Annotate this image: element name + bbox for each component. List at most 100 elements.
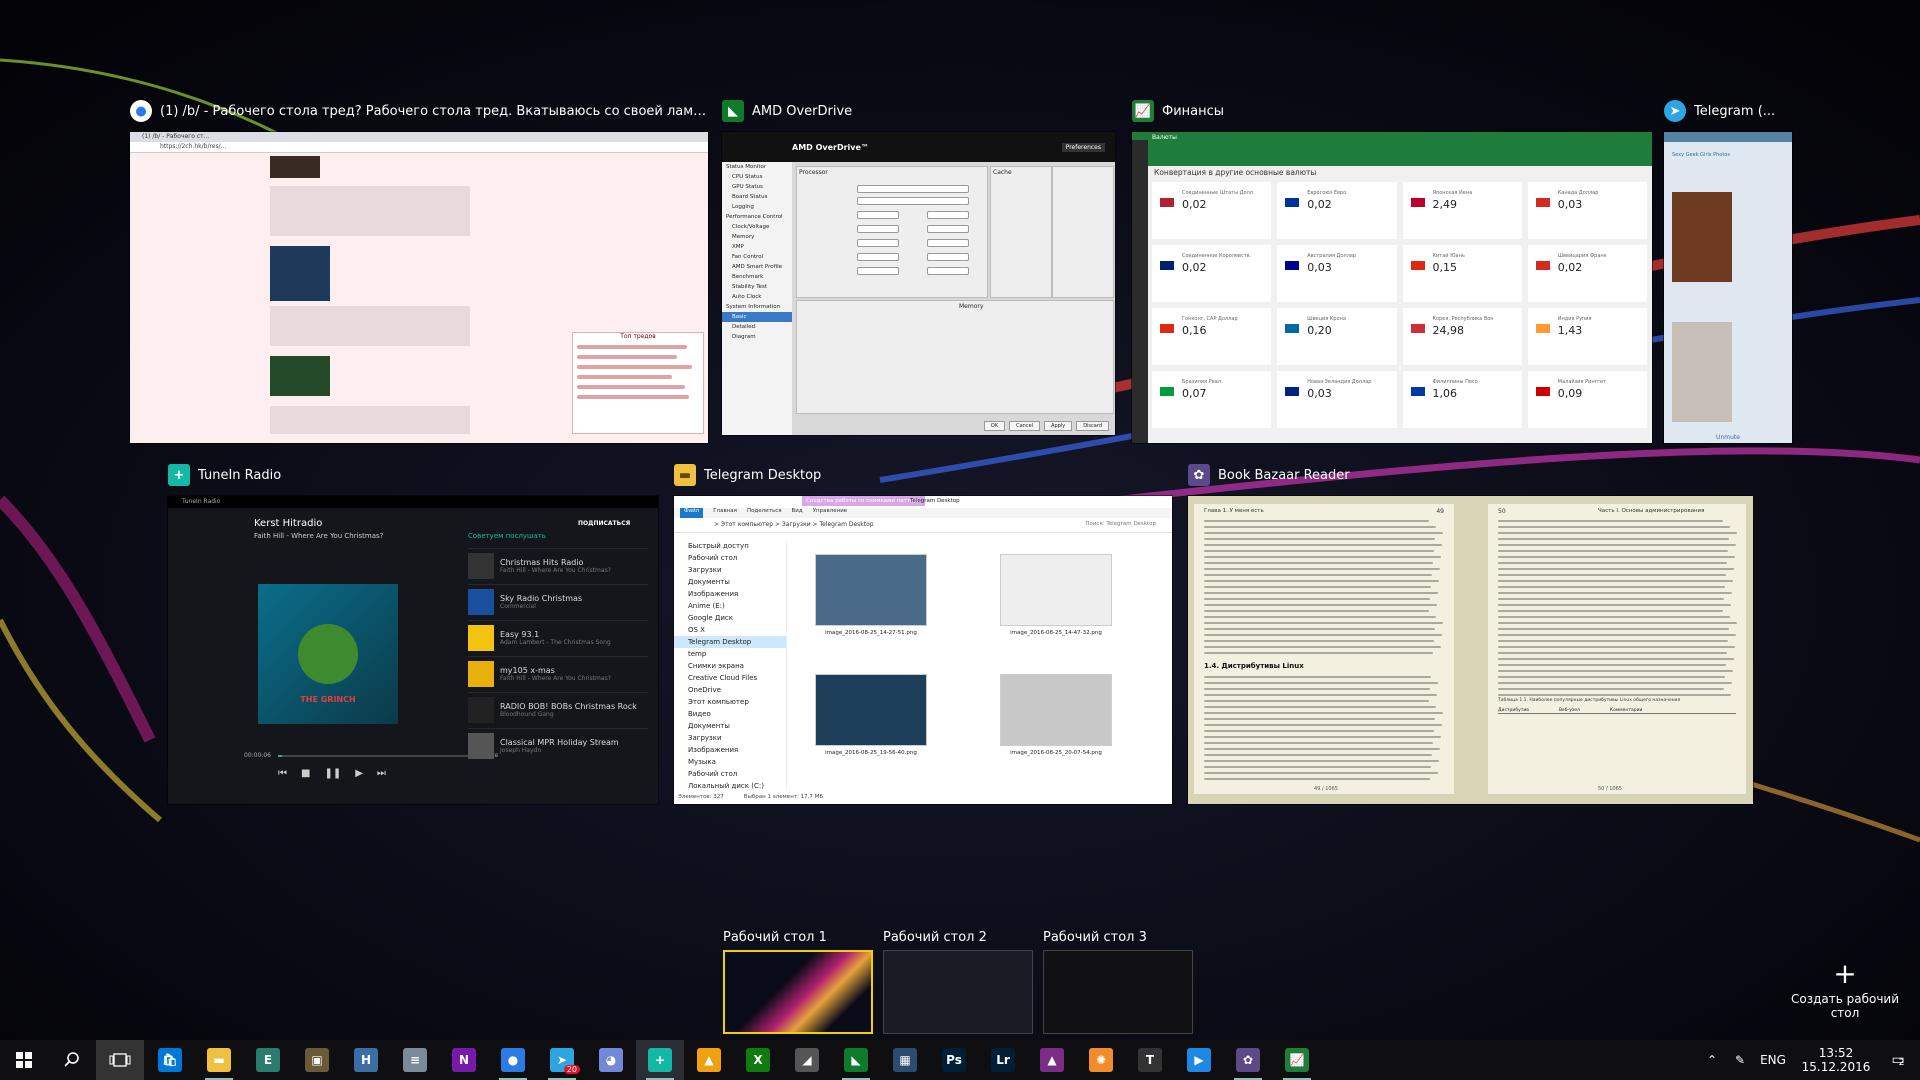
- explorer-nav-item[interactable]: OneDrive: [674, 684, 786, 696]
- next-icon[interactable]: ▶: [355, 768, 363, 779]
- currency-tile[interactable]: Китай Юань 0,15: [1402, 245, 1522, 302]
- amd-tree-item[interactable]: XMP: [722, 242, 792, 252]
- taskbar-app-telegram[interactable]: ➤ 20: [538, 1040, 586, 1080]
- currency-tile[interactable]: Японская Иена 2,49: [1402, 182, 1522, 239]
- tunein-station-row[interactable]: Sky Radio Christmas Commercial: [468, 584, 648, 619]
- explorer-file-item[interactable]: image_2016-08-25_14-27-51.png: [796, 554, 946, 664]
- window-book-reader[interactable]: ✿ Book Bazaar Reader Глава 1. У меня ест…: [1188, 462, 1753, 804]
- currency-tile[interactable]: Филиппины Песо 1,06: [1402, 371, 1522, 428]
- window-telegram-thumbnail[interactable]: Sexy Geek Girls Photos Unmute: [1664, 132, 1792, 443]
- amd-tree-item[interactable]: Auto Clock: [722, 292, 792, 302]
- explorer-nav-item[interactable]: Загрузки: [674, 732, 786, 744]
- tunein-station-row[interactable]: my105 x-mas Faith Hill - Where Are You Ch…: [468, 656, 648, 691]
- amd-ok-button[interactable]: OK: [983, 421, 1006, 431]
- currency-tile[interactable]: Индия Рупия 1,43: [1527, 308, 1647, 365]
- address-bar[interactable]: https://2ch.hk/b/res/...: [130, 142, 708, 153]
- window-finance[interactable]: 📈 Финансы Валюты Конвертация в другие ос…: [1132, 98, 1652, 443]
- explorer-nav-item[interactable]: Локальный диск (C:): [674, 780, 786, 790]
- amd-tree-item[interactable]: AMD Smart Profile: [722, 262, 792, 272]
- clock[interactable]: 13:52 15.12.2016: [1796, 1040, 1876, 1080]
- taskbar-app-affinity[interactable]: ▲: [1028, 1040, 1076, 1080]
- amd-tree-item[interactable]: Detailed: [722, 322, 792, 332]
- currency-tile[interactable]: Соединенные Штаты Долл. 0,02: [1152, 182, 1272, 239]
- amd-tree-item[interactable]: Basic: [722, 312, 792, 322]
- currency-tile[interactable]: Новая Зеландия Доллар 0,03: [1277, 371, 1397, 428]
- amd-tree-item[interactable]: Board Status: [722, 192, 792, 202]
- telegram-unmute-button[interactable]: Unmute: [1664, 434, 1792, 441]
- explorer-nav-item[interactable]: Документы: [674, 720, 786, 732]
- window-tunein[interactable]: + TuneIn Radio TuneIn Radio Kerst Hitrad…: [168, 462, 658, 804]
- explorer-nav-item[interactable]: Creative Cloud Files: [674, 672, 786, 684]
- explorer-file-item[interactable]: image_2016-08-25_20-07-54.png: [981, 674, 1131, 784]
- amd-tree-item[interactable]: System Information: [722, 302, 792, 312]
- explorer-ribbon-tab-item[interactable]: Управление: [813, 508, 848, 518]
- amd-cancel-button[interactable]: Cancel: [1009, 421, 1041, 431]
- amd-tree-item[interactable]: GPU Status: [722, 182, 792, 192]
- taskbar-app-orange-app[interactable]: ✺: [1077, 1040, 1125, 1080]
- taskbar-app-onenote[interactable]: N: [440, 1040, 488, 1080]
- pause-icon[interactable]: ❚❚: [324, 768, 341, 779]
- amd-tree-item[interactable]: Status Monitor: [722, 162, 792, 172]
- start-button[interactable]: [0, 1040, 48, 1080]
- taskbar-app-typora[interactable]: T: [1126, 1040, 1174, 1080]
- taskbar-app-tunein[interactable]: +: [636, 1040, 684, 1080]
- task-view-button[interactable]: [96, 1040, 144, 1080]
- taskbar-app-chrome[interactable]: ●: [489, 1040, 537, 1080]
- explorer-nav-item[interactable]: Видео: [674, 708, 786, 720]
- virtual-desktop-2[interactable]: Рабочий стол 2: [883, 930, 1033, 1034]
- explorer-nav-item[interactable]: Изображения: [674, 744, 786, 756]
- currency-tile[interactable]: Гонконг, САР Доллар 0,16: [1152, 308, 1272, 365]
- explorer-nav-item[interactable]: Рабочий стол: [674, 768, 786, 780]
- amd-preferences-button[interactable]: Preferences: [1061, 142, 1105, 152]
- tunein-station-row[interactable]: Easy 93.1 Adam Lambert - The Christmas So…: [468, 620, 648, 655]
- language-indicator[interactable]: ENG: [1756, 1040, 1790, 1080]
- amd-tree-item[interactable]: Clock/Voltage: [722, 222, 792, 232]
- currency-tile[interactable]: Бразилия Реал 0,07: [1152, 371, 1272, 428]
- taskbar-app-finance-app[interactable]: 📈: [1273, 1040, 1321, 1080]
- explorer-ribbon-tab-item[interactable]: Вид: [792, 508, 803, 518]
- window-tunein-thumbnail[interactable]: TuneIn Radio Kerst Hitradio Faith Hill -…: [168, 496, 658, 804]
- taskbar-app-h-app[interactable]: H: [342, 1040, 390, 1080]
- window-telegram[interactable]: ➤ Telegram (... Sexy Geek Girls Photos U…: [1664, 98, 1794, 443]
- currency-tile[interactable]: Швеция Крона 0,20: [1277, 308, 1397, 365]
- taskbar-app-lightroom[interactable]: Lr: [979, 1040, 1027, 1080]
- taskbar-app-play[interactable]: ▶: [1175, 1040, 1223, 1080]
- currency-tile[interactable]: Швейцария Франк 0,02: [1527, 245, 1647, 302]
- explorer-nav-item[interactable]: Документы: [674, 576, 786, 588]
- explorer-nav-item[interactable]: Быстрый доступ: [674, 540, 786, 552]
- new-desktop-button[interactable]: + Создать рабочий стол: [1780, 960, 1910, 1021]
- explorer-file-item[interactable]: image_2016-08-25_14-47-32.png: [981, 554, 1131, 664]
- amd-apply-button[interactable]: Apply: [1044, 421, 1073, 431]
- taskbar-app-file-explorer[interactable]: ▬: [195, 1040, 243, 1080]
- explorer-nav-item[interactable]: Музыка: [674, 756, 786, 768]
- window-chrome-thumbnail[interactable]: (1) /b/ - Рабочего ст... https://2ch.hk/…: [130, 132, 708, 443]
- currency-tile[interactable]: Австралия Доллар 0,03: [1277, 245, 1397, 302]
- tunein-station-row[interactable]: RADIO BOB! BOBs Christmas Rock Bloodhound…: [468, 692, 648, 727]
- virtual-desktop-1[interactable]: Рабочий стол 1: [723, 930, 873, 1034]
- explorer-nav-item[interactable]: OS X: [674, 624, 786, 636]
- explorer-nav-item[interactable]: Anime (E:): [674, 600, 786, 612]
- amd-tree-item[interactable]: Performance Control: [722, 212, 792, 222]
- amd-tree-item[interactable]: CPU Status: [722, 172, 792, 182]
- taskbar-app-book-bazaar[interactable]: ✿: [1224, 1040, 1272, 1080]
- tunein-subscribe-button[interactable]: ПОДПИСАТЬСЯ: [578, 520, 630, 527]
- currency-tile[interactable]: Евросоюз Евро 0,02: [1277, 182, 1397, 239]
- explorer-ribbon-tab-item[interactable]: Главная: [713, 508, 737, 518]
- amd-tree-item[interactable]: Fan Control: [722, 252, 792, 262]
- taskbar-app-xbox[interactable]: X: [734, 1040, 782, 1080]
- explorer-nav-item[interactable]: Рабочий стол: [674, 552, 786, 564]
- explorer-nav-item[interactable]: Этот компьютер: [674, 696, 786, 708]
- explorer-ribbon-tab-item[interactable]: Файл: [680, 508, 704, 518]
- explorer-file-item[interactable]: image_2016-08-25_19-56-40.png: [796, 674, 946, 784]
- pen-icon[interactable]: ✎: [1728, 1040, 1752, 1080]
- rewind-icon[interactable]: ⏮: [278, 768, 287, 779]
- explorer-search[interactable]: Поиск: Telegram Desktop: [1085, 521, 1156, 527]
- window-amd-overdrive[interactable]: ◣ AMD OverDrive AMD OverDrive™ Preferenc…: [722, 98, 1115, 443]
- taskbar-app-app-storage[interactable]: ≡: [391, 1040, 439, 1080]
- explorer-nav-item[interactable]: Загрузки: [674, 564, 786, 576]
- explorer-ribbon-tab-item[interactable]: Поделиться: [747, 508, 782, 518]
- amd-tree-item[interactable]: Logging: [722, 202, 792, 212]
- tunein-station-row[interactable]: Christmas Hits Radio Faith Hill - Where A…: [468, 548, 648, 583]
- window-chrome[interactable]: ● (1) /b/ - Рабочего стола тред? Рабочег…: [130, 98, 708, 443]
- tray-overflow-chevron-icon[interactable]: ⌃: [1700, 1040, 1724, 1080]
